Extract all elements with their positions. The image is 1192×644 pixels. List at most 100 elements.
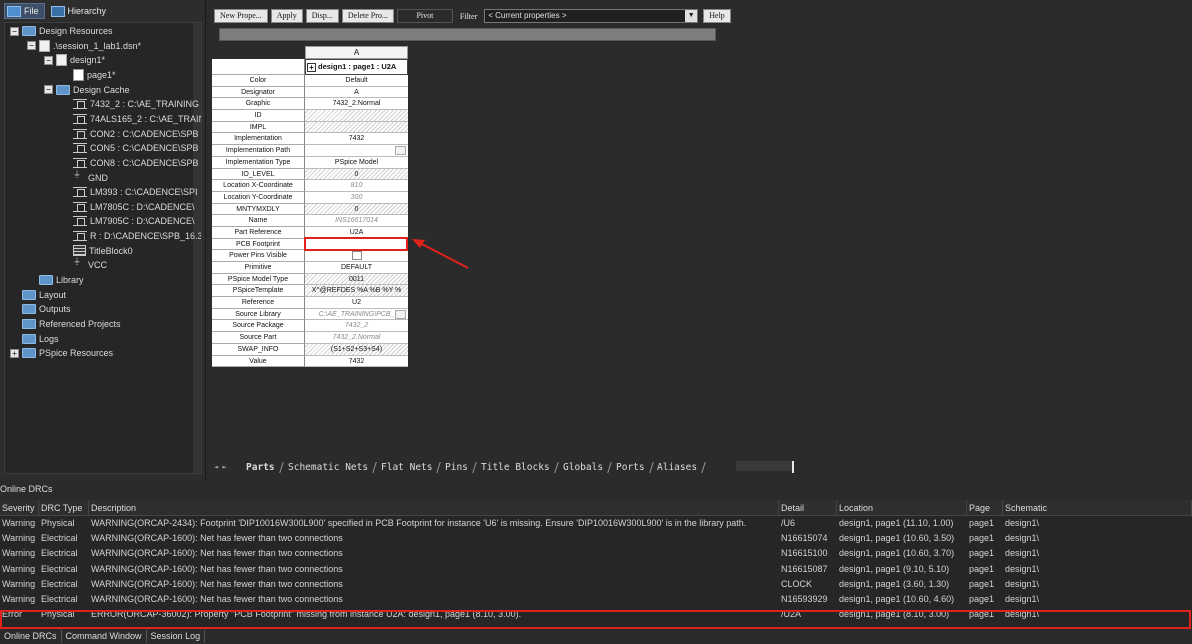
property-name[interactable]: Value <box>212 355 305 368</box>
tree-item[interactable]: + PSpice Resources <box>10 346 113 360</box>
property-name[interactable]: Implementation <box>212 133 305 146</box>
tree-item[interactable]: LM7805C : D:\CADENCE\ <box>61 200 195 214</box>
drc-column-header[interactable]: Page <box>967 500 1003 515</box>
property-value[interactable]: A <box>305 86 408 99</box>
property-value[interactable]: C:\AE_TRAINING\PCB_ <box>305 308 408 321</box>
drc-warning-row[interactable]: Warning Physical WARNING(ORCAP-2434): Foot… <box>0 516 1192 531</box>
drc-column-header[interactable]: Detail <box>779 500 837 515</box>
property-value[interactable]: DEFAULT <box>305 262 408 274</box>
bottom-tab[interactable]: Online DRCs <box>0 630 62 643</box>
tree-item[interactable]: − .\session_1_lab1.dsn* <box>27 39 141 53</box>
tree-item[interactable]: Library <box>27 273 84 287</box>
expand-icon[interactable]: + <box>10 348 19 358</box>
property-value[interactable]: X^@REFDES %A %B %Y % <box>305 285 408 298</box>
collapse-icon[interactable]: − <box>27 41 36 51</box>
property-name[interactable]: Source Library <box>212 308 305 321</box>
property-name[interactable]: Location Y-Coordinate <box>212 191 305 204</box>
value-edit-bar[interactable] <box>219 28 716 41</box>
tree-scrollbar[interactable] <box>193 23 201 473</box>
property-name[interactable]: Source Part <box>212 332 305 344</box>
property-name[interactable]: PCB Footprint <box>212 238 305 251</box>
tree-item[interactable]: LM7905C : D:\CADENCE\ <box>61 214 195 228</box>
tree-item[interactable]: ⏚ VCC <box>61 258 107 272</box>
drc-column-header[interactable]: Severity <box>0 500 39 515</box>
drc-warning-row[interactable]: Warning Electrical WARNING(ORCAP-1600): Ne… <box>0 577 1192 592</box>
property-value[interactable] <box>305 145 408 157</box>
tree-item[interactable]: LM393 : C:\CADENCE\SPI <box>61 185 198 199</box>
property-value[interactable]: 7432 <box>305 355 408 368</box>
property-name[interactable]: Name <box>212 215 305 227</box>
grid-hscroll-track[interactable] <box>736 461 792 471</box>
checkbox[interactable] <box>352 251 362 261</box>
tree-item[interactable]: R : D:\CADENCE\SPB_16.3 <box>61 229 201 243</box>
property-name[interactable]: Implementation Type <box>212 156 305 169</box>
sheet-tab[interactable]: Parts <box>238 461 284 473</box>
property-name[interactable]: Implementation Path <box>212 145 305 157</box>
property-name[interactable]: Designator <box>212 86 305 99</box>
sheet-tab[interactable]: Pins <box>437 461 477 473</box>
property-value[interactable] <box>305 110 408 122</box>
tab-scroll-arrows-icon[interactable]: ◄ ► <box>214 463 240 471</box>
property-name[interactable]: PSpiceTemplate <box>212 285 305 298</box>
sheet-tab[interactable]: Flat Nets <box>372 461 441 473</box>
property-name[interactable]: Primitive <box>212 262 305 274</box>
tree-item[interactable]: TitleBlock0 <box>61 244 133 258</box>
property-value[interactable]: 0011 <box>305 273 408 286</box>
tree-item[interactable]: − design1* <box>44 53 105 67</box>
property-value[interactable]: 7432_2.Normal <box>305 98 408 111</box>
property-value[interactable]: U2 <box>305 297 408 309</box>
property-name[interactable]: Graphic <box>212 98 305 111</box>
tree-item[interactable]: Logs <box>10 332 59 346</box>
drc-column-header[interactable]: DRC Type <box>39 500 89 515</box>
tree-item[interactable]: ⏚ GND <box>61 170 108 185</box>
sheet-tab[interactable]: Globals <box>554 461 612 473</box>
browse-button[interactable] <box>395 146 406 156</box>
display-button[interactable]: Disp... <box>305 9 339 23</box>
drc-warning-row[interactable]: Warning Electrical WARNING(ORCAP-1600): Ne… <box>0 546 1192 561</box>
tree-item[interactable]: − Design Cache <box>44 83 130 97</box>
tab-file[interactable]: File <box>4 3 45 19</box>
tree-item[interactable]: 7432_2 : C:\AE_TRAINING <box>61 97 199 111</box>
property-value[interactable]: 300 <box>305 191 408 204</box>
property-value[interactable]: 810 <box>305 180 408 192</box>
sheet-tab[interactable]: Title Blocks <box>473 461 559 473</box>
collapse-icon[interactable]: − <box>44 85 53 95</box>
browse-button[interactable] <box>395 309 406 319</box>
property-name[interactable]: Part Reference <box>212 226 305 239</box>
drc-warning-row[interactable]: Warning Electrical WARNING(ORCAP-1600): Ne… <box>0 531 1192 546</box>
tree-item[interactable]: CON5 : C:\CADENCE\SPB <box>61 141 199 155</box>
filter-select[interactable]: < Current properties > ▼ <box>484 9 699 23</box>
collapse-icon[interactable]: − <box>44 55 53 65</box>
property-name[interactable]: MNTYMXDLY <box>212 203 305 216</box>
tree-item[interactable]: Layout <box>10 288 66 302</box>
pivot-button[interactable]: Pivot <box>396 9 453 23</box>
property-value[interactable]: 7432_2.Normal <box>305 332 408 344</box>
sheet-tab[interactable]: Ports <box>607 461 654 473</box>
help-button[interactable]: Help <box>703 9 731 23</box>
drc-column-header[interactable]: Schematic <box>1003 500 1192 515</box>
property-name[interactable]: Location X-Coordinate <box>212 180 305 192</box>
property-name[interactable]: IO_LEVEL <box>212 168 305 181</box>
drc-warning-row[interactable]: Warning Electrical WARNING(ORCAP-1600): Ne… <box>0 562 1192 577</box>
tree-item[interactable]: Referenced Projects <box>10 317 121 331</box>
property-value[interactable] <box>305 121 408 134</box>
apply-button[interactable]: Apply <box>270 9 303 23</box>
property-name[interactable]: SWAP_INFO <box>212 343 305 356</box>
tab-hierarchy[interactable]: Hierarchy <box>49 3 112 19</box>
tree-item[interactable]: − Design Resources <box>10 24 113 38</box>
property-name[interactable]: ID <box>212 110 305 122</box>
bottom-tab[interactable]: Command Window <box>62 630 147 643</box>
property-name[interactable]: Source Package <box>212 320 305 333</box>
tree-item[interactable]: CON2 : C:\CADENCE\SPB <box>61 127 199 141</box>
column-letter[interactable]: A <box>305 46 408 59</box>
bottom-tab[interactable]: Session Log <box>147 630 206 643</box>
property-value[interactable]: 7432 <box>305 133 408 146</box>
property-name[interactable]: IMPL <box>212 121 305 134</box>
tree-item[interactable]: Outputs <box>10 302 71 316</box>
property-value[interactable] <box>305 250 408 262</box>
property-value[interactable]: PSpice Model <box>305 156 408 169</box>
property-value[interactable]: 0 <box>305 203 408 216</box>
instance-header[interactable]: + design1 : page1 : U2A <box>305 59 408 75</box>
drc-column-header[interactable]: Location <box>837 500 967 515</box>
tree-item[interactable]: CON8 : C:\CADENCE\SPB <box>61 156 199 170</box>
